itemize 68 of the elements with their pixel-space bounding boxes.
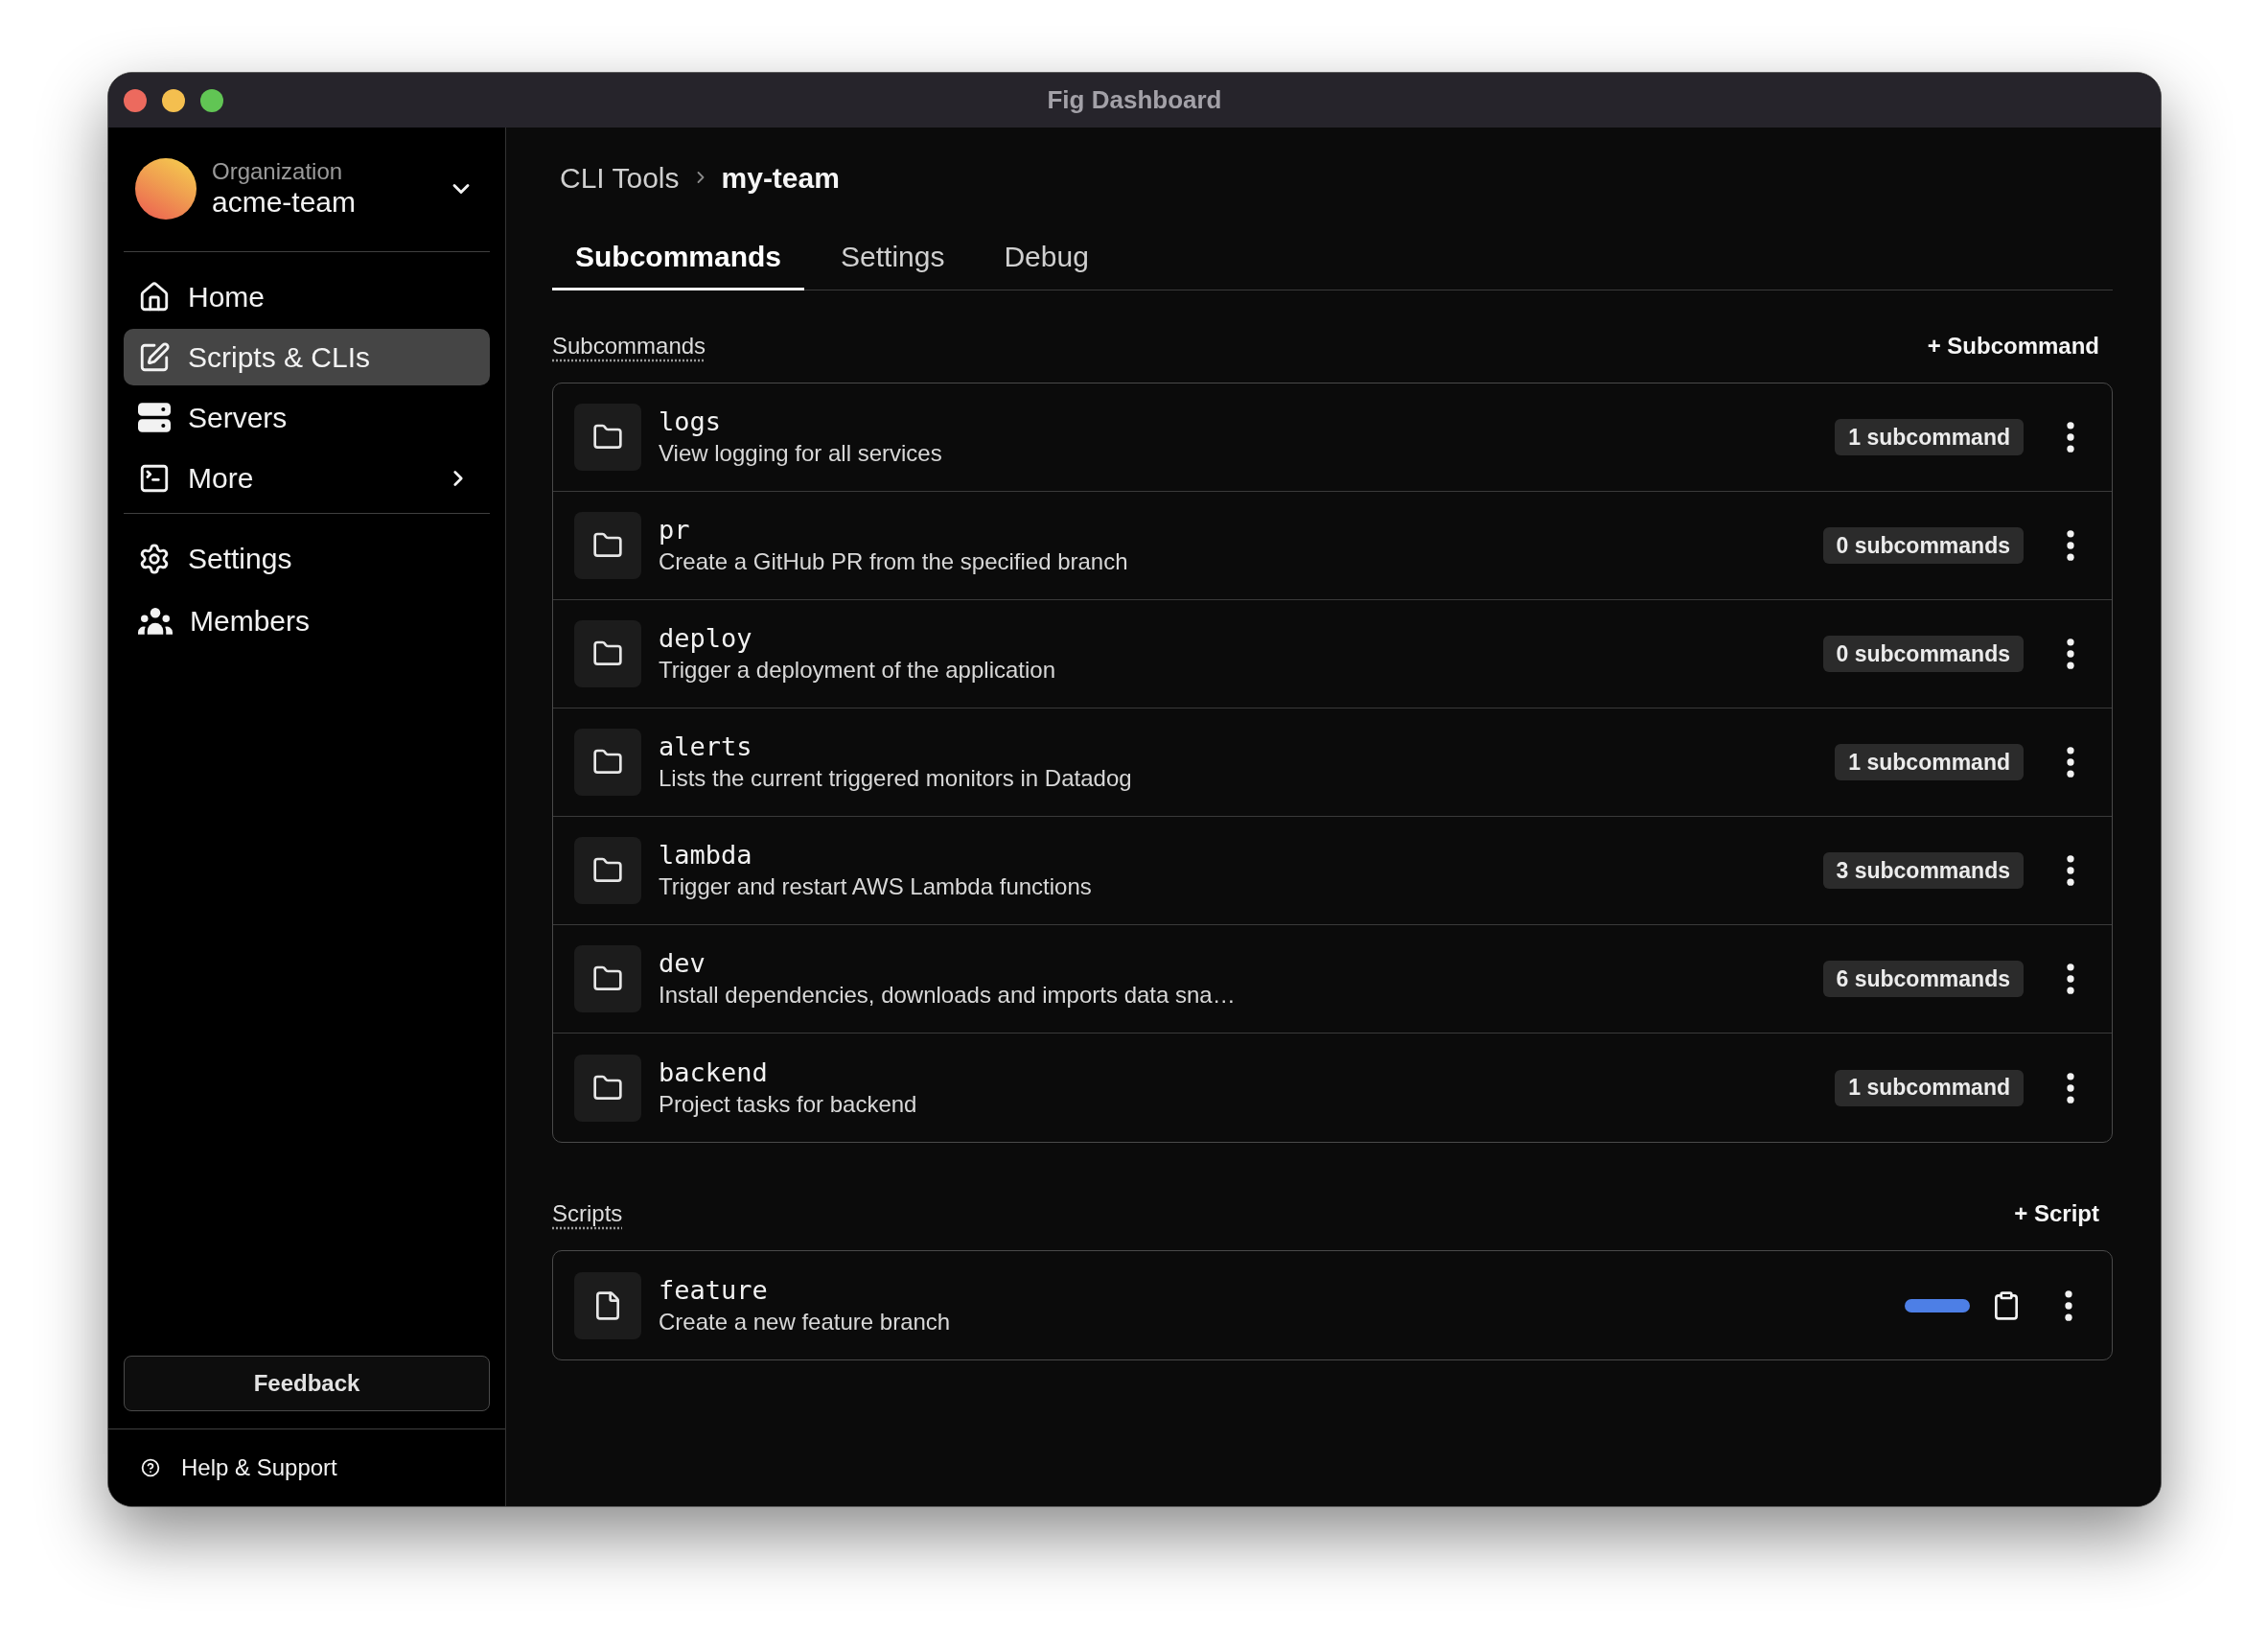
- subcommand-count-badge: 0 subcommands: [1822, 527, 2024, 564]
- folder-icon: [574, 404, 641, 471]
- subcommand-count-badge: 1 subcommand: [1835, 744, 2024, 780]
- command-name[interactable]: dev: [659, 947, 706, 980]
- command-description: Project tasks for backend: [659, 1089, 917, 1119]
- folder-icon: [574, 1054, 641, 1122]
- breadcrumb-link[interactable]: CLI Tools: [560, 155, 680, 199]
- feedback-button[interactable]: Feedback: [124, 1356, 490, 1411]
- more-options-icon[interactable]: [2066, 421, 2075, 453]
- people-icon: [138, 607, 173, 635]
- command-name[interactable]: alerts: [659, 731, 752, 763]
- help-icon: [141, 1458, 160, 1477]
- pill-icon: [1905, 1298, 1970, 1312]
- command-name[interactable]: deploy: [659, 622, 752, 655]
- tab[interactable]: Debug: [981, 233, 1112, 290]
- subcommand-count-badge: 0 subcommands: [1822, 636, 2024, 672]
- command-name[interactable]: backend: [659, 1056, 768, 1089]
- section-title: Scripts: [552, 1199, 623, 1228]
- command-name[interactable]: logs: [659, 406, 722, 438]
- nav-item[interactable]: Home: [124, 268, 490, 325]
- add-button[interactable]: + Subcommand: [1927, 329, 2113, 363]
- breadcrumb-current: my-team: [721, 160, 840, 196]
- folder-icon: [574, 945, 641, 1012]
- edit-icon: [138, 340, 171, 374]
- folder-icon: [574, 837, 641, 904]
- server-icon: [138, 403, 171, 432]
- tab[interactable]: Subcommands: [552, 233, 805, 290]
- command-name[interactable]: pr: [659, 514, 690, 546]
- section-title: Subcommands: [552, 332, 706, 360]
- subcommand-count-badge: 6 subcommands: [1822, 961, 2024, 997]
- nav-item[interactable]: Servers: [124, 389, 490, 446]
- window-title: Fig Dashboard: [1047, 84, 1222, 116]
- nav-item[interactable]: Settings: [124, 530, 490, 587]
- folder-icon: [574, 512, 641, 579]
- command-description: Create a GitHub PR from the specified branch: [659, 547, 1128, 576]
- folder-icon: [574, 620, 641, 687]
- folder-icon: [574, 729, 641, 796]
- more-options-icon[interactable]: [2066, 854, 2075, 887]
- subcommand-count-badge: 1 subcommand: [1835, 1069, 2024, 1106]
- subcommand-count-badge: 1 subcommand: [1835, 419, 2024, 455]
- command-description: Create a new feature branch: [659, 1307, 951, 1336]
- nav-item[interactable]: Scripts & CLIs: [124, 329, 490, 385]
- close-icon[interactable]: [124, 88, 147, 112]
- more-options-icon[interactable]: [2066, 963, 2075, 995]
- add-button[interactable]: + Script: [2014, 1196, 2113, 1231]
- command-description: Trigger a deployment of the application: [659, 656, 1056, 685]
- nav-item[interactable]: Members: [124, 592, 490, 649]
- organization-switcher[interactable]: Organization acme-team: [124, 158, 490, 220]
- minimize-icon[interactable]: [162, 88, 185, 112]
- tab[interactable]: Settings: [818, 233, 968, 290]
- nav-item[interactable]: More: [124, 450, 490, 506]
- command-description: Install dependencies, downloads and imports data sna…: [659, 981, 1236, 1010]
- more-options-icon[interactable]: [2066, 638, 2075, 670]
- command-name[interactable]: lambda: [659, 839, 752, 871]
- command-description: Trigger and restart AWS Lambda functions: [659, 872, 1092, 901]
- command-name[interactable]: feature: [659, 1273, 768, 1307]
- subcommand-count-badge: 3 subcommands: [1822, 852, 2024, 889]
- file-icon: [574, 1271, 641, 1339]
- more-options-icon[interactable]: [2066, 1071, 2075, 1104]
- help-link[interactable]: Help & Support: [141, 1451, 337, 1485]
- more-options-icon[interactable]: [2066, 746, 2075, 778]
- more-options-icon[interactable]: [2064, 1289, 2073, 1322]
- settings-icon: [138, 542, 171, 575]
- home-icon: [138, 280, 171, 314]
- command-description: View logging for all services: [659, 439, 942, 468]
- more-options-icon[interactable]: [2066, 529, 2075, 562]
- command-description: Lists the current triggered monitors in Datadog: [659, 764, 1132, 793]
- maximize-icon[interactable]: [200, 88, 223, 112]
